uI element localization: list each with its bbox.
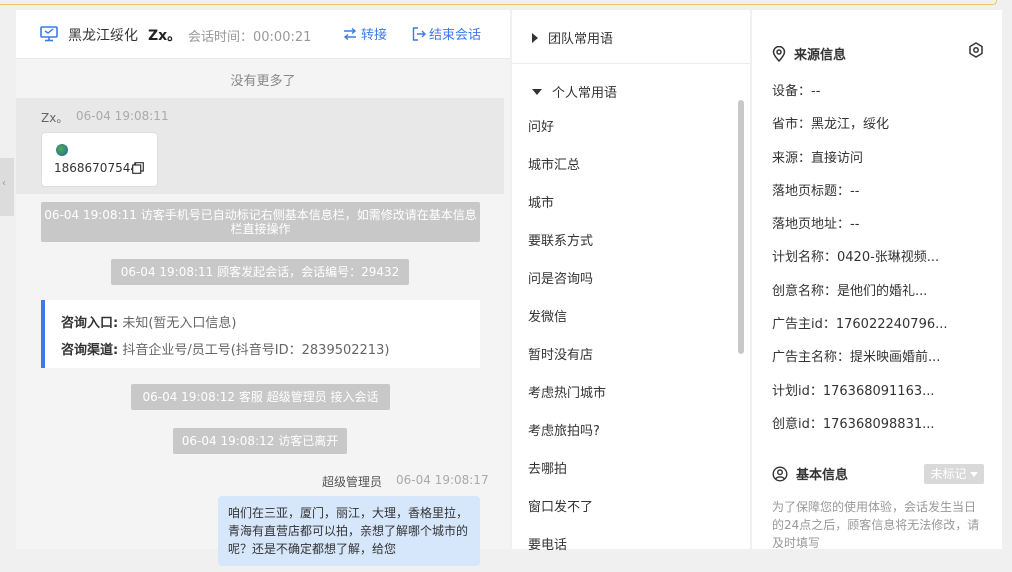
- source-info-label: 来源信息: [794, 48, 847, 63]
- info-row: 省市：黑龙江，绥化: [772, 117, 890, 133]
- phrase-item[interactable]: 问好: [528, 116, 738, 154]
- end-session-button[interactable]: 结束会话: [412, 24, 481, 43]
- no-more-text: 没有更多了: [230, 74, 296, 89]
- phrase-item[interactable]: 要联系方式: [528, 230, 738, 268]
- collapse-arrow-icon: ‹: [2, 178, 6, 189]
- agent-name: 超级管理员: [322, 475, 383, 489]
- visitor-location: 黑龙江绥化: [68, 28, 138, 44]
- collapse-handle[interactable]: ‹: [0, 158, 14, 216]
- info-row: 落地页地址：--: [772, 217, 860, 233]
- divider: [512, 63, 750, 64]
- phrase-item[interactable]: 暂时没有店: [528, 344, 738, 382]
- session-time: 会话时间：00:00:21: [188, 30, 312, 45]
- info-row: 创意名称：是他们的婚礼...: [772, 283, 928, 299]
- basic-info-title: 基本信息: [772, 464, 848, 483]
- visitor-info-panel: 来源信息 设备：-- 省市：黑龙江，绥化 来源：直接访问 落地页标题：-- 落地…: [752, 10, 1002, 550]
- entry-row: 咨询入口: 未知(暂无入口信息): [61, 312, 236, 331]
- phrase-item[interactable]: 窗口发不了: [528, 496, 738, 534]
- basic-info-label: 基本信息: [796, 468, 849, 483]
- phrase-item[interactable]: 发微信: [528, 306, 738, 344]
- phrases-panel: 团队常用语 个人常用语 问好 城市汇总 城市 要联系方式 问是咨询吗 发微信 暂…: [512, 10, 750, 553]
- info-note: 为了保障您的使用体验，会话发生当日的24点之后，顾客信息将无法修改，请及时填写: [772, 500, 980, 550]
- phrase-item[interactable]: 城市汇总: [528, 154, 738, 192]
- entry-value: 未知(暂无入口信息): [118, 316, 237, 331]
- info-row: 设备：--: [772, 84, 821, 99]
- source-info-list: 设备：-- 省市：黑龙江，绥化 来源：直接访问 落地页标题：-- 落地页地址：-…: [772, 82, 992, 448]
- info-row: 广告主名称：提米映画婚前...: [772, 350, 941, 366]
- top-border: [0, 0, 997, 5]
- info-row: 落地页标题：--: [772, 183, 860, 199]
- caret-right-icon: [532, 32, 538, 43]
- channel-value: 抖音企业号/员工号(抖音号ID：2839502213): [118, 343, 390, 358]
- globe-icon: [56, 144, 68, 156]
- channel-label: 咨询渠道:: [61, 343, 119, 358]
- visitor-message-name: Zx。: [41, 111, 69, 125]
- channel-row: 咨询渠道: 抖音企业号/员工号(抖音号ID：2839502213): [61, 339, 389, 358]
- phrase-item[interactable]: 考虑热门城市: [528, 382, 738, 420]
- system-message: 06-04 19:08:12 客服 超级管理员 接入会话: [131, 384, 390, 410]
- agent-message-time: 06-04 19:08:17: [396, 473, 489, 487]
- caret-down-icon: [532, 88, 542, 95]
- system-message: 06-04 19:08:11 访客手机号已自动标记右侧基本信息栏，如需修改请在基…: [41, 202, 480, 242]
- info-row: 计划名称：0420-张琳视频...: [772, 250, 940, 266]
- copy-icon[interactable]: [132, 162, 144, 178]
- logout-icon: [412, 26, 426, 41]
- chat-header: 黑龙江绥化 Zx。 会话时间：00:00:21 转接 结束会话: [16, 10, 510, 59]
- info-row: 计划id：176368091163...: [772, 383, 935, 399]
- phrases-scrollbar[interactable]: [738, 100, 744, 354]
- info-row: 来源：直接访问: [772, 150, 864, 166]
- tag-dropdown[interactable]: 未标记: [924, 464, 984, 484]
- info-row: 创意id：176368098831...: [772, 416, 935, 432]
- info-row: 广告主id：176022240796...: [772, 317, 948, 333]
- entry-label: 咨询入口:: [61, 316, 119, 331]
- settings-hex-icon[interactable]: [968, 42, 984, 62]
- phrase-item[interactable]: 要电话: [528, 534, 738, 572]
- visitor-name: Zx。: [148, 28, 182, 44]
- entry-info-card: 咨询入口: 未知(暂无入口信息) 咨询渠道: 抖音企业号/员工号(抖音号ID：2…: [41, 300, 480, 368]
- phrase-item[interactable]: 问是咨询吗: [528, 268, 738, 306]
- tag-label: 未标记: [930, 467, 967, 481]
- monitor-icon: [40, 26, 58, 46]
- chat-panel: 黑龙江绥化 Zx。 会话时间：00:00:21 转接 结束会话 没有更多了 Zx…: [16, 10, 510, 566]
- transfer-label: 转接: [361, 28, 388, 43]
- personal-phrases-label: 个人常用语: [552, 86, 618, 101]
- agent-message-bubble: 咱们在三亚，厦门，丽江，大理，香格里拉，青海有直营店都可以拍，亲想了解哪个城市的…: [218, 496, 480, 566]
- phrase-item[interactable]: 考虑旅拍吗?: [528, 420, 738, 458]
- user-icon: [772, 465, 788, 482]
- source-info-title: 来源信息: [772, 44, 846, 63]
- transfer-button[interactable]: 转接: [342, 24, 387, 43]
- team-phrases-group[interactable]: 团队常用语: [532, 28, 613, 47]
- system-message: 06-04 19:08:12 访客已离开: [173, 428, 347, 454]
- chevron-down-icon: [969, 472, 978, 477]
- phrase-list: 问好 城市汇总 城市 要联系方式 问是咨询吗 发微信 暂时没有店 考虑热门城市 …: [528, 116, 738, 572]
- transfer-icon: [343, 27, 357, 40]
- phrase-item[interactable]: 去哪拍: [528, 458, 738, 496]
- end-session-label: 结束会话: [429, 28, 482, 43]
- team-phrases-label: 团队常用语: [548, 32, 614, 47]
- phone-card: 18686707544: [41, 132, 158, 187]
- phone-number: 18686707544: [54, 161, 138, 175]
- system-message: 06-04 19:08:11 顾客发起会话，会话编号：29432: [111, 259, 409, 285]
- location-pin-icon: [772, 45, 786, 62]
- personal-phrases-group[interactable]: 个人常用语: [532, 82, 617, 101]
- visitor-message-time: 06-04 19:08:11: [76, 109, 169, 123]
- phrase-item[interactable]: 城市: [528, 192, 738, 230]
